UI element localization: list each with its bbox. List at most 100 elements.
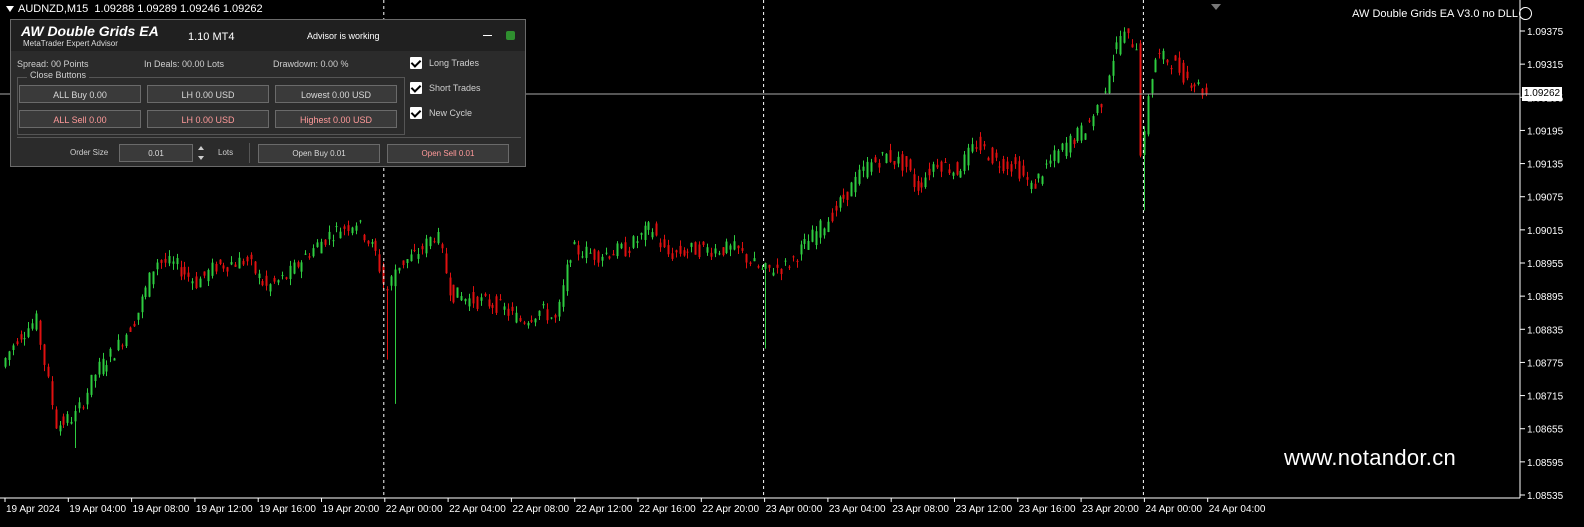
candle-body: [386, 289, 389, 291]
spin-up-icon[interactable]: [198, 146, 204, 150]
candle-body: [125, 334, 128, 347]
new-cycle-checkbox[interactable]: [410, 107, 422, 119]
close-lh-buy-button[interactable]: LH 0.00 USD: [147, 85, 269, 103]
candle-body: [1190, 85, 1193, 88]
candle-body: [686, 251, 689, 253]
candle-body: [718, 253, 721, 255]
short-trades-checkbox[interactable]: [410, 82, 422, 94]
candle-body: [98, 361, 101, 375]
candle-body: [538, 310, 541, 316]
candle-body: [261, 281, 264, 286]
minimize-icon[interactable]: [483, 35, 492, 36]
candle-body: [811, 229, 814, 242]
candle-body: [304, 253, 307, 255]
open-sell-button[interactable]: Open Sell 0.01: [387, 144, 509, 163]
candle-body: [1065, 142, 1068, 157]
ea-panel: AW Double Grids EA MetaTrader Expert Adv…: [10, 19, 526, 167]
time-tick-label: 22 Apr 20:00: [702, 504, 759, 515]
candle-body: [230, 262, 233, 265]
candle-body: [846, 191, 849, 200]
chart-shift-marker[interactable]: [1211, 4, 1221, 10]
candle-body: [936, 164, 939, 168]
candle-body: [956, 162, 959, 175]
order-size-input[interactable]: 0.01: [119, 144, 193, 162]
candle-body: [203, 271, 206, 276]
close-lh-sell-button[interactable]: LH 0.00 USD: [147, 110, 269, 128]
candle-body: [78, 402, 81, 409]
candle-body: [831, 212, 834, 222]
candle-body: [1037, 173, 1040, 179]
price-tick-label: 1.09075: [1527, 193, 1564, 204]
candle-body: [909, 159, 912, 171]
time-tick-label: 19 Apr 04:00: [69, 504, 126, 515]
candle-body: [222, 265, 225, 269]
candle-body: [1186, 71, 1189, 79]
candle-body: [1205, 87, 1208, 95]
candle-body: [250, 254, 253, 260]
candle-body: [226, 267, 229, 272]
candle-body: [1166, 59, 1169, 63]
candle-body: [70, 421, 73, 424]
candle-body: [31, 323, 34, 329]
candle-body: [456, 287, 459, 298]
candle-body: [363, 234, 366, 241]
candle-body: [589, 252, 592, 254]
candle-body: [644, 225, 647, 241]
candle-body: [546, 309, 549, 321]
candle-body: [1053, 150, 1056, 161]
price-tick-label: 1.08655: [1527, 425, 1564, 436]
candle-body: [102, 358, 105, 375]
time-tick-label: 23 Apr 08:00: [892, 504, 949, 515]
panel-header[interactable]: AW Double Grids EA MetaTrader Expert Adv…: [11, 20, 525, 51]
candle-body: [129, 327, 132, 332]
candle-body: [359, 220, 362, 222]
candle-body: [413, 250, 416, 252]
candle-body: [616, 243, 619, 257]
candle-body: [753, 258, 756, 262]
long-trades-checkbox[interactable]: [410, 57, 422, 69]
candle-body: [503, 306, 506, 310]
candle-body: [367, 240, 370, 244]
candle-body: [749, 262, 752, 264]
candle-body: [1026, 177, 1029, 180]
close-highest-button[interactable]: Highest 0.00 USD: [275, 110, 397, 128]
long-trades-label: Long Trades: [429, 58, 480, 68]
candle-body: [343, 226, 346, 229]
close-all-sell-button[interactable]: ALL Sell 0.00: [19, 110, 141, 128]
candle-body: [164, 258, 167, 263]
candle-body: [156, 262, 159, 270]
order-size-label: Order Size: [70, 148, 109, 157]
candle-body: [714, 248, 717, 254]
candle-body: [601, 256, 604, 261]
candle-body: [710, 252, 713, 257]
candle-body: [8, 351, 11, 360]
candle-body: [928, 168, 931, 176]
candle-body: [374, 240, 377, 251]
candle-body: [1193, 84, 1196, 87]
candle-body: [1174, 55, 1177, 61]
candle-body: [706, 247, 709, 253]
spin-down-icon[interactable]: [198, 156, 204, 160]
candle-body: [581, 256, 584, 258]
candle-body: [870, 162, 873, 172]
candle-body: [339, 231, 342, 239]
candle-body: [675, 250, 678, 253]
candle-body: [1041, 176, 1044, 184]
candle-body: [1080, 125, 1083, 141]
open-buy-button[interactable]: Open Buy 0.01: [258, 144, 380, 163]
candle-body: [530, 320, 533, 322]
candle-body: [445, 253, 448, 274]
candle-body: [1092, 116, 1095, 127]
candle-body: [948, 169, 951, 174]
candle-body: [195, 276, 198, 289]
smiley-icon[interactable]: [1519, 7, 1532, 20]
time-tick-label: 23 Apr 16:00: [1019, 504, 1076, 515]
candle-body: [242, 260, 245, 265]
time-tick-label: 22 Apr 12:00: [576, 504, 633, 515]
new-cycle-label: New Cycle: [429, 108, 473, 118]
close-all-buy-button[interactable]: ALL Buy 0.00: [19, 85, 141, 103]
dropdown-icon[interactable]: [6, 6, 14, 13]
close-lowest-button[interactable]: Lowest 0.00 USD: [275, 85, 397, 103]
candle-body: [421, 246, 424, 250]
candle-body: [784, 260, 787, 262]
